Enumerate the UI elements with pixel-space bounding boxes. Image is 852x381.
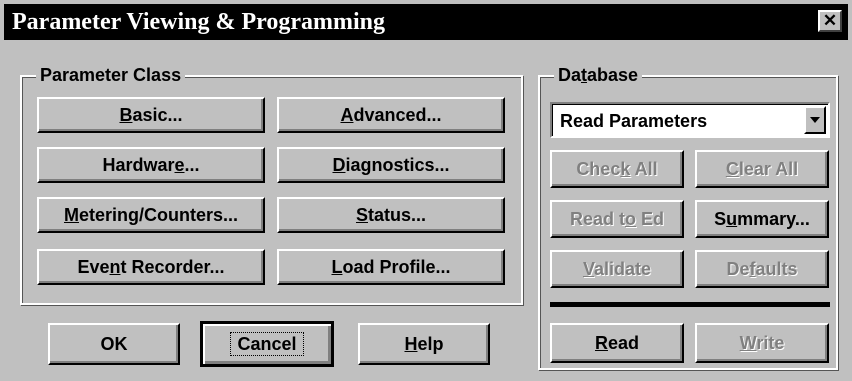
basic-button-label: Basic... — [119, 104, 183, 125]
cancel-button-label: Cancel — [230, 332, 304, 356]
check-all-button-label: Check All — [576, 158, 658, 179]
database-mode-value: Read Parameters — [560, 111, 708, 131]
event-recorder-button[interactable]: Event Recorder... — [37, 249, 265, 285]
cancel-button[interactable]: Cancel — [200, 321, 334, 367]
load-profile-button-label: Load Profile... — [331, 256, 451, 277]
ok-button[interactable]: OK — [48, 323, 180, 365]
database-label: Database — [554, 64, 643, 86]
status-button-label: Status... — [355, 204, 427, 225]
chevron-down-icon — [810, 117, 820, 123]
validate-button[interactable]: Validate — [550, 250, 684, 288]
validate-button-label: Validate — [582, 258, 652, 279]
close-icon: ✕ — [822, 11, 838, 30]
check-all-button[interactable]: Check All — [550, 150, 684, 188]
window-title: Parameter Viewing & Programming — [12, 9, 386, 35]
clear-all-button-label: Clear All — [725, 158, 799, 179]
status-button[interactable]: Status... — [277, 197, 505, 233]
parameter-class-group: Parameter Class Basic... Advanced... Har… — [20, 64, 523, 305]
diagnostics-button-label: Diagnostics... — [332, 154, 450, 175]
ok-button-label: OK — [100, 333, 128, 354]
database-mode-dropdown[interactable]: Read Parameters — [550, 102, 830, 138]
defaults-button-label: Defaults — [726, 258, 798, 279]
write-button[interactable]: Write — [695, 323, 829, 363]
database-separator — [550, 302, 830, 307]
parameter-class-label: Parameter Class — [36, 64, 186, 86]
parameter-dialog: Parameter Viewing & Programming ✕ Parame… — [0, 0, 852, 381]
metering-counters-button-label: Metering/Counters... — [63, 204, 239, 225]
metering-counters-button[interactable]: Metering/Counters... — [37, 197, 265, 233]
defaults-button[interactable]: Defaults — [695, 250, 829, 288]
summary-button[interactable]: Summary... — [695, 200, 829, 238]
hardware-button-label: Hardware... — [102, 154, 200, 175]
close-button[interactable]: ✕ — [818, 10, 842, 32]
title-bar: Parameter Viewing & Programming ✕ — [4, 4, 848, 40]
advanced-button[interactable]: Advanced... — [277, 97, 505, 133]
basic-button[interactable]: Basic... — [37, 97, 265, 133]
read-to-ed-button-label: Read to Ed — [569, 208, 665, 229]
advanced-button-label: Advanced... — [340, 104, 442, 125]
load-profile-button[interactable]: Load Profile... — [277, 249, 505, 285]
read-to-ed-button[interactable]: Read to Ed — [550, 200, 684, 238]
event-recorder-button-label: Event Recorder... — [77, 256, 225, 277]
diagnostics-button[interactable]: Diagnostics... — [277, 147, 505, 183]
hardware-button[interactable]: Hardware... — [37, 147, 265, 183]
read-button[interactable]: Read — [550, 323, 684, 363]
clear-all-button[interactable]: Clear All — [695, 150, 829, 188]
help-button-label: Help — [404, 333, 444, 354]
help-button[interactable]: Help — [358, 323, 490, 365]
database-group: Database Read Parameters Check All Clear… — [538, 64, 838, 370]
summary-button-label: Summary... — [714, 208, 810, 229]
dropdown-arrow-button[interactable] — [804, 106, 826, 134]
read-button-label: Read — [594, 332, 640, 353]
write-button-label: Write — [739, 332, 785, 353]
